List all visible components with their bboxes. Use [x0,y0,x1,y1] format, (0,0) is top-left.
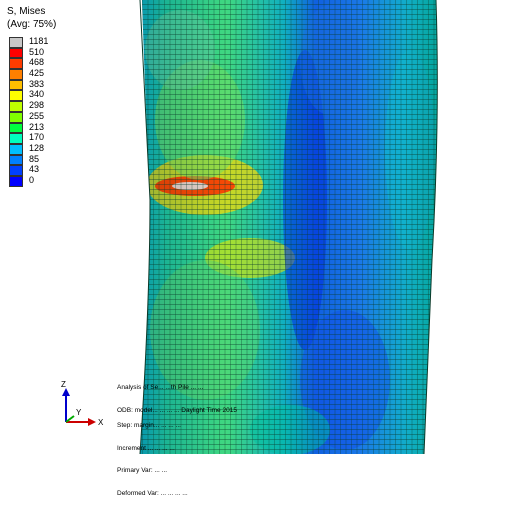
legend-title: S, Mises [7,6,46,17]
legend-value: 255 [29,110,45,121]
legend-value: 468 [29,57,45,68]
axis-x-label: X [98,418,104,427]
legend-swatch [9,47,23,59]
legend-swatch [9,79,23,91]
legend-swatch [9,143,23,155]
legend-swatch [9,111,23,123]
info-line: Analysis of Se... ...th Pile ... ... [117,384,204,391]
info-line: Deformed Var: ... ... ... ... [117,489,188,497]
legend-value: 170 [29,132,45,143]
legend-swatch [9,90,23,102]
axis-triad: Z Y X [61,380,104,427]
analysis-info-bottom: Step: margin... ... ... ... Increment ..… [117,407,188,505]
legend-swatch [9,165,23,176]
legend-swatch [9,37,23,48]
legend-swatch [9,175,23,187]
legend-subtitle: (Avg: 75%) [7,19,57,30]
legend-value: 43 [29,164,40,175]
legend-value: 510 [29,46,45,57]
legend-swatch [9,122,23,134]
legend-swatch [9,69,23,80]
axis-y-label: Y [76,408,82,417]
info-line: Primary Var: ... ... [117,467,168,474]
legend-value: 298 [29,100,45,111]
legend-swatch [9,58,23,70]
legend-swatch [9,101,23,112]
info-line: Increment ... ... ... ... [117,444,175,452]
contour-legend: S, Mises (Avg: 75%) 1181 510 468 425 383 340 2… [4,4,70,187]
axis-z-label: Z [61,380,66,389]
legend-swatch [9,154,23,166]
legend-value: 383 [29,78,45,89]
legend-value: 213 [29,121,45,132]
legend-value: 340 [29,89,45,100]
legend-swatch [9,133,23,144]
legend-value: 1181 [29,36,49,46]
legend-value: 0 [29,174,35,185]
legend-value: 85 [29,153,40,164]
legend-value: 128 [29,142,45,153]
info-line: Step: margin... ... ... ... [117,422,181,429]
legend-value: 425 [29,68,45,79]
